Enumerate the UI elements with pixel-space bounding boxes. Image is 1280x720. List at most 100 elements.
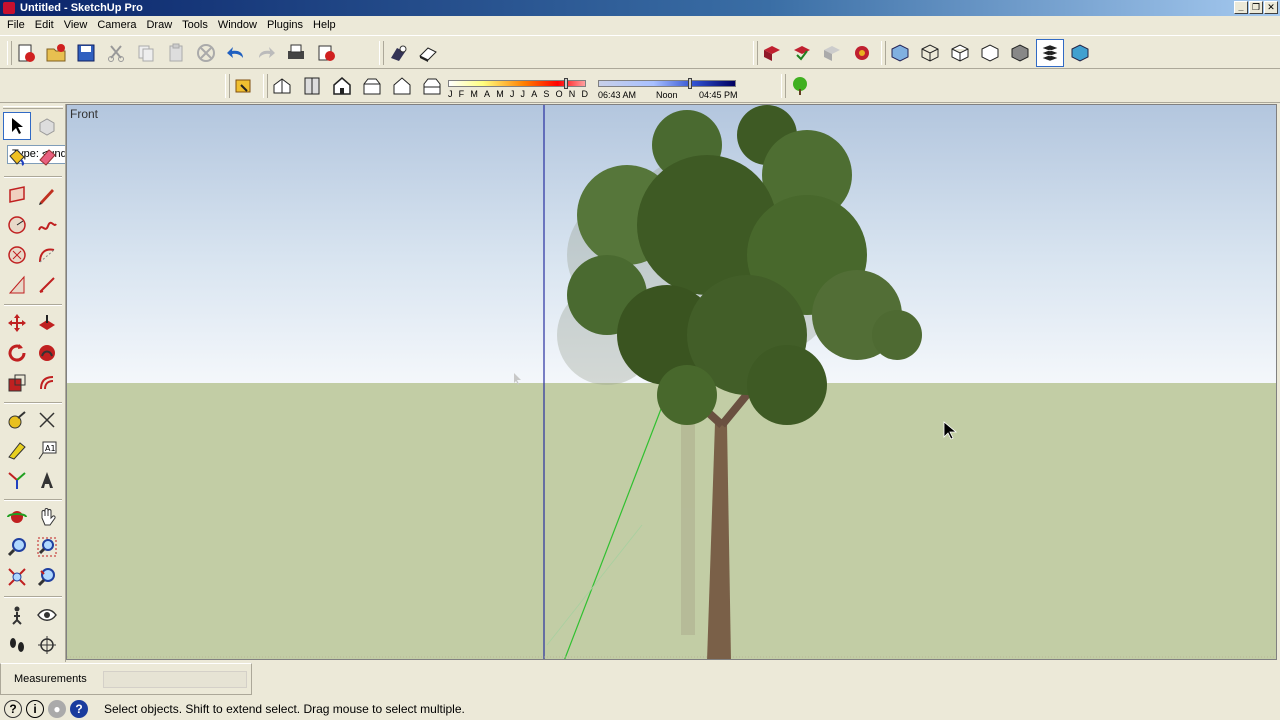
- right-house-icon: [363, 78, 381, 95]
- walk-tool[interactable]: [3, 631, 31, 659]
- help-icon[interactable]: ?: [70, 699, 88, 718]
- menu-tools[interactable]: Tools: [177, 16, 213, 35]
- hand-pan-icon: [41, 508, 56, 526]
- redo-arrow-icon: [259, 47, 275, 58]
- tree-icon: [793, 77, 807, 95]
- menu-edit[interactable]: Edit: [30, 16, 59, 35]
- shadow-settings-button[interactable]: [384, 39, 412, 67]
- model-info-button[interactable]: [312, 39, 340, 67]
- right-view-button[interactable]: [358, 72, 386, 100]
- rectangle-tool[interactable]: [3, 181, 31, 209]
- dynamic-components-toolbar: [224, 71, 258, 101]
- rectangle-icon: [9, 186, 25, 203]
- section-plane-tool[interactable]: [33, 631, 61, 659]
- pan-tool[interactable]: [33, 503, 61, 531]
- menu-help[interactable]: Help: [308, 16, 341, 35]
- triangle-icon: [8, 275, 25, 294]
- polygon-tool[interactable]: [3, 241, 31, 269]
- line-segment-tool[interactable]: [3, 271, 31, 299]
- scale-tool[interactable]: [3, 369, 31, 397]
- make-component-tool[interactable]: [33, 112, 61, 140]
- section-plane-button[interactable]: [758, 39, 786, 67]
- minimize-button[interactable]: _: [1234, 1, 1248, 14]
- open-folder-icon: [46, 44, 66, 62]
- xray-button[interactable]: [886, 39, 914, 67]
- close-button[interactable]: ✕: [1264, 1, 1278, 14]
- freehand-tool[interactable]: [33, 211, 61, 239]
- menu-view[interactable]: View: [59, 16, 93, 35]
- follow-me-tool[interactable]: [33, 339, 61, 367]
- display-section-planes-button[interactable]: [788, 39, 816, 67]
- look-around-tool[interactable]: [33, 601, 61, 629]
- drawing-viewport[interactable]: Front: [66, 104, 1277, 660]
- cut-button[interactable]: [102, 39, 130, 67]
- back-view-button[interactable]: [388, 72, 416, 100]
- geo-location-icon[interactable]: ?: [4, 699, 22, 718]
- interact-button[interactable]: [230, 72, 258, 100]
- text-tool[interactable]: A1: [33, 436, 61, 464]
- monochrome-button[interactable]: [1036, 39, 1064, 67]
- display-section-cuts-button[interactable]: [818, 39, 846, 67]
- wireframe-button[interactable]: [916, 39, 944, 67]
- toolbar-row-2: Type: <undefined>: [0, 69, 1280, 164]
- rotate-tool[interactable]: [3, 339, 31, 367]
- pen-tool[interactable]: [33, 271, 61, 299]
- eraser-tool[interactable]: [33, 143, 61, 171]
- iso-view-button[interactable]: [268, 72, 296, 100]
- offset-tool[interactable]: [33, 369, 61, 397]
- axes-tool[interactable]: [3, 466, 31, 494]
- zoom-tool[interactable]: [3, 533, 31, 561]
- redo-button[interactable]: [252, 39, 280, 67]
- scene-geometry: [67, 105, 1276, 659]
- measurements-input[interactable]: [103, 671, 247, 688]
- component-icon: [39, 118, 55, 136]
- tree-plugin-button[interactable]: [786, 72, 814, 100]
- orbit-tool[interactable]: [3, 503, 31, 531]
- menu-draw[interactable]: Draw: [141, 16, 177, 35]
- save-button[interactable]: [72, 39, 100, 67]
- copy-icon: [138, 45, 154, 62]
- print-button[interactable]: [282, 39, 310, 67]
- position-camera-tool[interactable]: [3, 601, 31, 629]
- open-button[interactable]: [42, 39, 70, 67]
- select-tool[interactable]: [3, 112, 31, 140]
- shaded-textures-button[interactable]: [1006, 39, 1034, 67]
- move-tool[interactable]: [3, 309, 31, 337]
- left-view-button[interactable]: [418, 72, 446, 100]
- hidden-line-button[interactable]: [946, 39, 974, 67]
- menu-plugins[interactable]: Plugins: [262, 16, 308, 35]
- arc-tool[interactable]: [33, 241, 61, 269]
- zoom-extents-tool[interactable]: [3, 563, 31, 591]
- erase-button[interactable]: [192, 39, 220, 67]
- info-icon[interactable]: i: [26, 699, 44, 718]
- push-pull-tool[interactable]: [33, 309, 61, 337]
- dimension-tool[interactable]: [33, 406, 61, 434]
- undo-button[interactable]: [222, 39, 250, 67]
- 3d-text-tool[interactable]: [33, 466, 61, 494]
- top-view-button[interactable]: [298, 72, 326, 100]
- user-icon[interactable]: ●: [48, 699, 66, 718]
- circle-tool[interactable]: [3, 211, 31, 239]
- component-button[interactable]: [848, 39, 876, 67]
- shadow-cube-icon: [419, 47, 437, 62]
- tape-measure-tool[interactable]: [3, 406, 31, 434]
- toolbar-row-1: J F M A M J J A S O N D 06:43 AM Noon 04…: [0, 35, 1280, 100]
- previous-view-tool[interactable]: [33, 563, 61, 591]
- shaded-button[interactable]: [976, 39, 1004, 67]
- restore-button[interactable]: ❐: [1249, 1, 1263, 14]
- copy-button[interactable]: [132, 39, 160, 67]
- menu-camera[interactable]: Camera: [92, 16, 141, 35]
- color-by-layer-button[interactable]: [1066, 39, 1094, 67]
- line-tool[interactable]: [33, 181, 61, 209]
- new-button[interactable]: [12, 39, 40, 67]
- menu-window[interactable]: Window: [213, 16, 262, 35]
- display-shadows-button[interactable]: [414, 39, 442, 67]
- printer-icon: [288, 44, 304, 59]
- orbit-icon: [7, 511, 27, 523]
- menu-file[interactable]: File: [2, 16, 30, 35]
- paste-button[interactable]: [162, 39, 190, 67]
- zoom-window-tool[interactable]: [33, 533, 61, 561]
- paint-bucket-tool[interactable]: [3, 143, 31, 171]
- front-view-button[interactable]: [328, 72, 356, 100]
- protractor-tool[interactable]: [3, 436, 31, 464]
